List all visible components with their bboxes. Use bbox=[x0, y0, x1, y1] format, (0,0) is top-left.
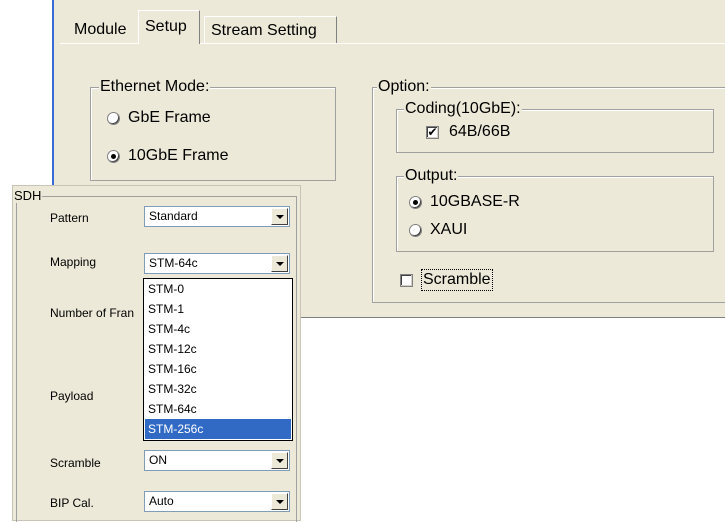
chevron-down-icon[interactable] bbox=[271, 452, 288, 469]
radio-label: 10GbE Frame bbox=[128, 147, 229, 164]
coding-group: Coding(10GbE): ✔ 64B/66B bbox=[396, 100, 714, 153]
radio-button-icon[interactable] bbox=[107, 111, 120, 125]
tab-stream-setting[interactable]: Stream Setting bbox=[204, 16, 337, 43]
dropdown-option[interactable]: STM-4c bbox=[145, 319, 291, 339]
tab-module[interactable]: Module bbox=[68, 16, 132, 43]
mapping-select[interactable]: STM-64c bbox=[144, 253, 290, 274]
output-legend: Output: bbox=[404, 167, 459, 185]
radio-xaui[interactable]: XAUI bbox=[409, 221, 467, 239]
mapping-value: STM-64c bbox=[149, 256, 198, 270]
checkbox-label: Scramble bbox=[421, 269, 493, 291]
bip-cal-select[interactable]: Auto bbox=[144, 491, 290, 512]
payload-label: Payload bbox=[50, 389, 94, 403]
chevron-down-icon[interactable] bbox=[271, 493, 288, 510]
radio-button-icon[interactable] bbox=[409, 223, 422, 237]
chevron-down-icon[interactable] bbox=[271, 255, 288, 272]
radio-10gbase-r[interactable]: 10GBASE-R bbox=[409, 193, 520, 211]
mapping-dropdown-list[interactable]: STM-0 STM-1 STM-4c STM-12c STM-16c STM-3… bbox=[143, 278, 293, 441]
ethernet-mode-group: Ethernet Mode: GbE Frame 10GbE Frame bbox=[90, 78, 336, 181]
scramble-label: Scramble bbox=[50, 456, 101, 470]
output-group: Output: 10GBASE-R XAUI bbox=[396, 167, 714, 252]
radio-label: GbE Frame bbox=[128, 109, 211, 126]
pattern-label: Pattern bbox=[50, 211, 89, 225]
radio-10gbe-frame[interactable]: 10GbE Frame bbox=[107, 147, 228, 165]
scramble-value: ON bbox=[149, 453, 167, 467]
mapping-label: Mapping bbox=[50, 255, 97, 269]
radio-button-selected-icon[interactable] bbox=[107, 149, 120, 163]
checkbox-label: 64B/66B bbox=[449, 123, 511, 140]
dropdown-option[interactable]: STM-64c bbox=[145, 399, 291, 419]
radio-label: 10GBASE-R bbox=[430, 193, 520, 210]
coding-legend: Coding(10GbE): bbox=[404, 100, 522, 118]
bip-cal-value: Auto bbox=[149, 494, 174, 508]
option-group: Option: Coding(10GbE): ✔ 64B/66B Output:… bbox=[372, 78, 725, 303]
checkbox-unchecked-icon[interactable] bbox=[400, 273, 413, 287]
pattern-value: Standard bbox=[149, 209, 198, 223]
dropdown-option[interactable]: STM-32c bbox=[145, 379, 291, 399]
dropdown-option-highlighted[interactable]: STM-256c bbox=[145, 419, 291, 439]
scramble-select[interactable]: ON bbox=[144, 450, 290, 471]
dropdown-option[interactable]: STM-1 bbox=[145, 299, 291, 319]
checkbox-checked-icon[interactable]: ✔ bbox=[426, 125, 439, 139]
checkbox-64b66b[interactable]: ✔ 64B/66B bbox=[426, 123, 510, 141]
option-legend: Option: bbox=[377, 78, 431, 96]
ethernet-mode-legend: Ethernet Mode: bbox=[99, 78, 211, 96]
number-of-frames-label: Number of Fran bbox=[50, 306, 135, 320]
radio-label: XAUI bbox=[430, 221, 468, 238]
dropdown-option[interactable]: STM-0 bbox=[145, 279, 291, 299]
pattern-select[interactable]: Standard bbox=[144, 206, 290, 227]
bip-cal-label: BIP Cal. bbox=[50, 496, 94, 510]
radio-gbe-frame[interactable]: GbE Frame bbox=[107, 109, 211, 127]
tab-setup[interactable]: Setup bbox=[138, 10, 200, 44]
dropdown-option[interactable]: STM-16c bbox=[145, 359, 291, 379]
chevron-down-icon[interactable] bbox=[271, 208, 288, 225]
dropdown-option[interactable]: STM-12c bbox=[145, 339, 291, 359]
checkbox-scramble[interactable]: Scramble bbox=[400, 269, 493, 291]
sdh-title: SDH bbox=[13, 188, 43, 203]
radio-button-selected-icon[interactable] bbox=[409, 195, 422, 209]
